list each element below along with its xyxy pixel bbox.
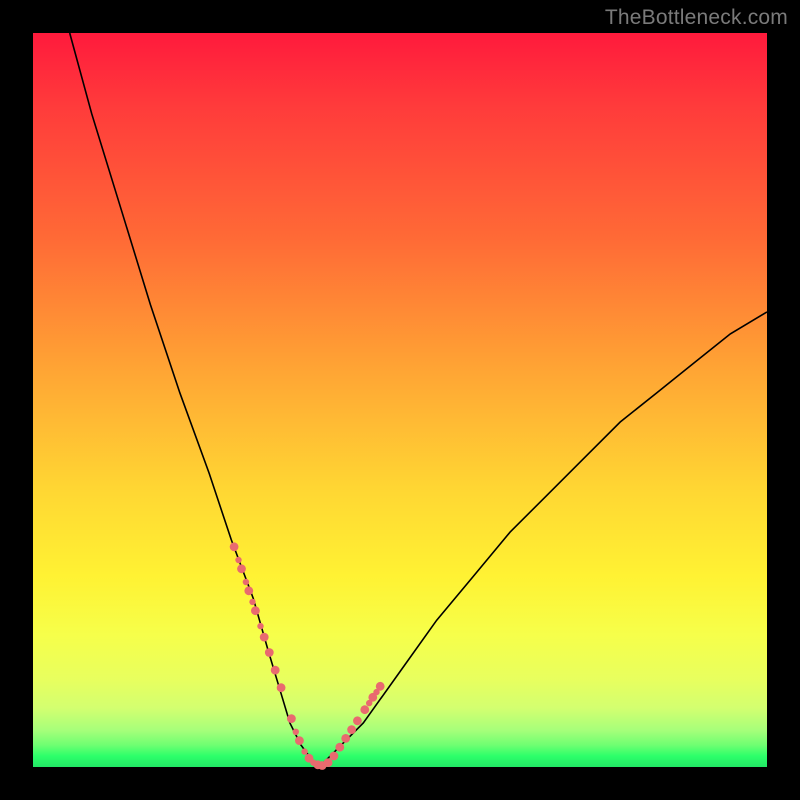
highlight-dot [244, 586, 253, 595]
highlight-dot [260, 633, 269, 642]
highlight-dot [330, 752, 339, 761]
watermark-text: TheBottleneck.com [605, 6, 788, 30]
highlight-dot [235, 557, 241, 563]
highlight-dot [301, 748, 307, 754]
highlight-dot [347, 725, 356, 734]
highlight-dot [277, 683, 286, 692]
chart-svg [33, 33, 767, 767]
bottleneck-curve [70, 33, 767, 767]
highlight-dot [353, 716, 362, 725]
highlight-dot [295, 736, 304, 745]
highlight-dot [376, 682, 385, 691]
highlight-dot [249, 599, 255, 605]
highlight-dot [237, 564, 246, 573]
highlight-dot [243, 579, 249, 585]
chart-frame: TheBottleneck.com [0, 0, 800, 800]
highlight-dot [293, 729, 299, 735]
highlight-dot [230, 542, 239, 551]
highlight-dot [271, 666, 280, 675]
highlight-dot [341, 734, 350, 743]
plot-area [33, 33, 767, 767]
highlight-dot [287, 714, 296, 723]
highlight-dot [251, 606, 260, 615]
highlight-dot [324, 758, 333, 767]
highlight-dot [265, 648, 274, 657]
highlight-dot [360, 705, 369, 714]
highlight-dot [257, 623, 263, 629]
highlight-dot [335, 743, 344, 752]
